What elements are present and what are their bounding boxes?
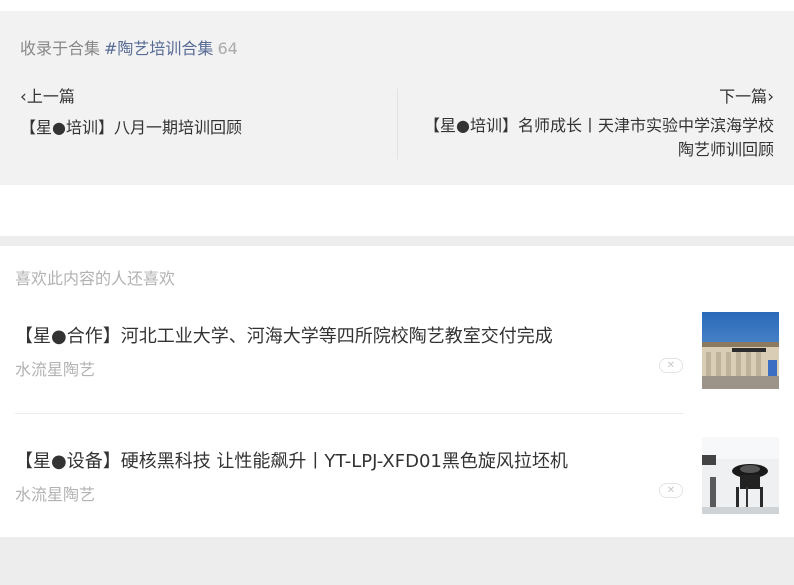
campus-photo-thumbnail[interactable] <box>702 312 779 389</box>
chevron-right-icon: › <box>767 87 774 107</box>
recommendation-title[interactable]: 【星●合作】河北工业大学、河海大学等四所院校陶艺教室交付完成 <box>15 322 553 348</box>
nav-divider <box>397 89 398 159</box>
footer-bar <box>0 537 794 585</box>
next-article-link[interactable]: 下一篇› <box>719 83 774 107</box>
collection-panel: 收录于合集 #陶艺培训合集 64 ‹上一篇 【星●培训】八月一期培训回顾 下一篇› … <box>0 11 794 185</box>
collection-tag-link[interactable]: #陶艺培训合集 <box>104 39 213 58</box>
pottery-wheel-photo-thumbnail[interactable] <box>702 437 779 514</box>
next-article-title[interactable]: 【星●培训】名师成长丨天津市实验中学滨海学校陶艺师训回顾 <box>414 114 774 162</box>
prev-label: 上一篇 <box>26 87 75 106</box>
prev-article-title[interactable]: 【星●培训】八月一期培训回顾 <box>20 114 242 138</box>
recommendations-heading: 喜欢此内容的人还喜欢 <box>15 269 176 288</box>
chevron-left-icon: ‹ <box>20 87 27 107</box>
dismiss-button[interactable]: ✕ <box>659 358 683 373</box>
recommendation-title[interactable]: 【星●设备】硬核黑科技 让性能飙升丨YT-LPJ-XFD01黑色旋风拉坯机 <box>15 447 568 473</box>
recommendation-item[interactable]: 【星●合作】河北工业大学、河海大学等四所院校陶艺教室交付完成 水流星陶艺 ✕ <box>0 310 794 400</box>
collection-count: 64 <box>217 39 238 58</box>
next-label: 下一篇 <box>719 87 768 106</box>
collection-info: 收录于合集 #陶艺培训合集 64 <box>20 35 238 59</box>
recommendation-item[interactable]: 【星●设备】硬核黑科技 让性能飙升丨YT-LPJ-XFD01黑色旋风拉坯机 水流… <box>0 435 794 525</box>
dismiss-button[interactable]: ✕ <box>659 483 683 498</box>
recommendation-source: 水流星陶艺 <box>15 360 96 379</box>
collection-prefix: 收录于合集 <box>20 39 101 58</box>
list-separator <box>15 413 684 414</box>
section-divider <box>0 236 794 246</box>
recommendation-source: 水流星陶艺 <box>15 485 96 504</box>
prev-article-link[interactable]: ‹上一篇 <box>20 83 75 107</box>
